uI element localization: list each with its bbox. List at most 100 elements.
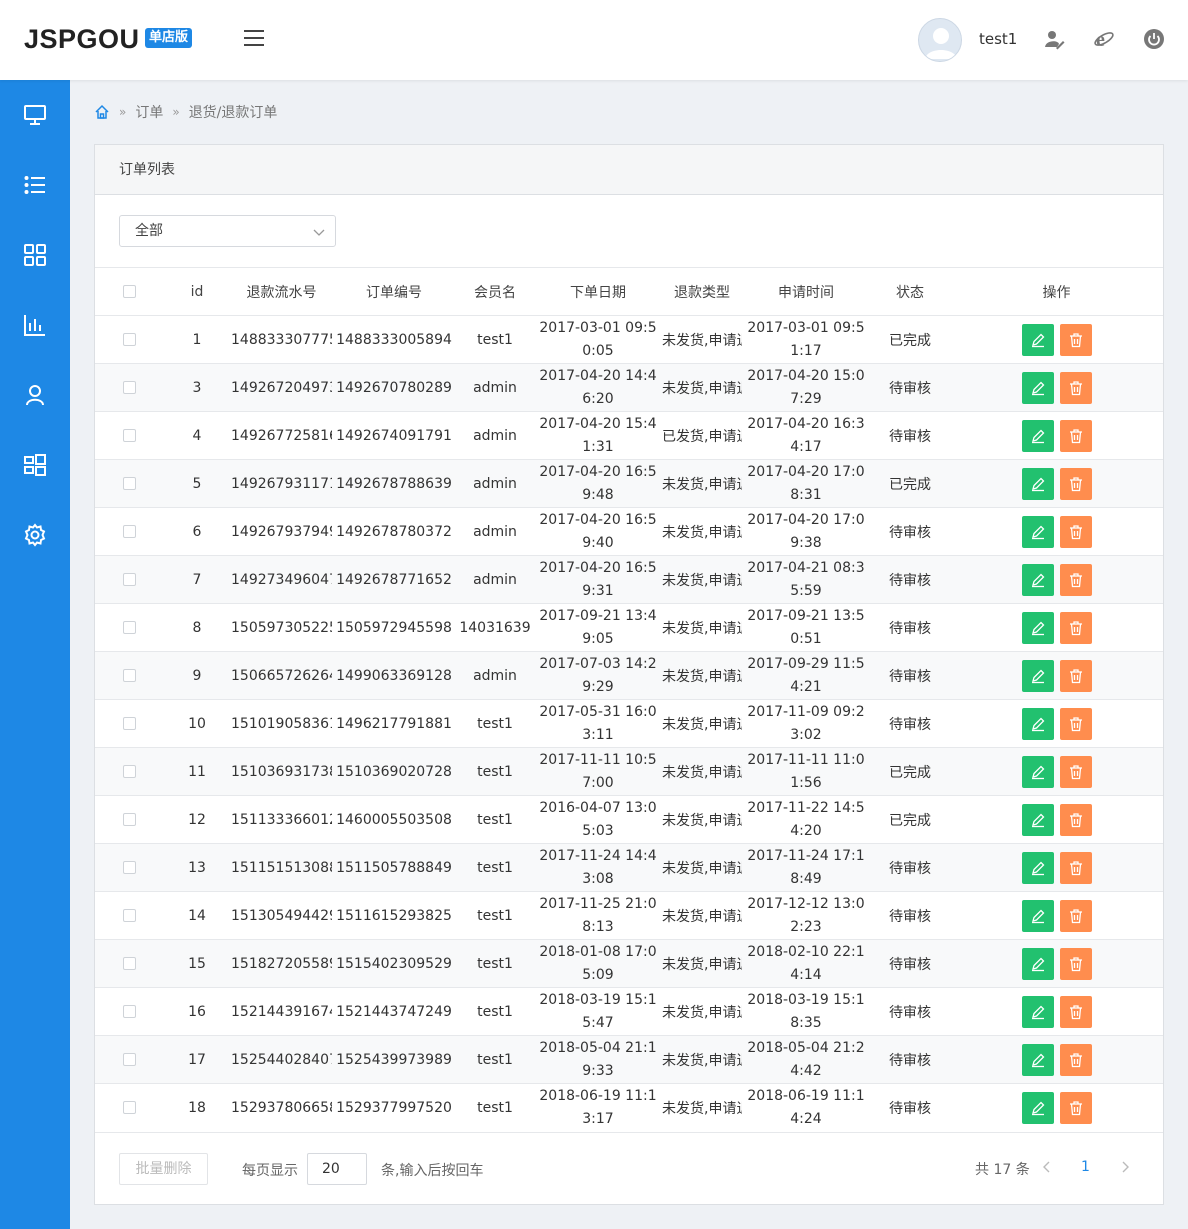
delete-button[interactable] xyxy=(1059,899,1092,932)
cell-apply-time: 2018-03-19 15:18:35 xyxy=(742,987,870,1036)
cell-id: 11 xyxy=(163,747,231,796)
browser-icon[interactable]: e xyxy=(1093,28,1115,51)
row-checkbox[interactable] xyxy=(122,669,136,682)
edit-button[interactable] xyxy=(1021,371,1054,404)
cell-id: 7 xyxy=(163,555,231,604)
edit-button[interactable] xyxy=(1021,755,1054,788)
delete-button[interactable] xyxy=(1059,803,1092,836)
username[interactable]: test1 xyxy=(979,30,1017,48)
cell-order-no: 1492678780372 xyxy=(332,507,456,556)
row-checkbox[interactable] xyxy=(122,573,136,586)
edit-button[interactable] xyxy=(1021,707,1054,740)
logo[interactable]: JSPGOU xyxy=(24,24,140,54)
pencil-icon xyxy=(1031,525,1044,539)
per-page-input[interactable] xyxy=(307,1153,367,1185)
edit-button[interactable] xyxy=(1021,995,1054,1028)
row-checkbox[interactable] xyxy=(122,1101,136,1115)
power-icon[interactable] xyxy=(1143,28,1165,50)
breadcrumb-refund-orders: 退货/退款订单 xyxy=(188,105,278,121)
sidebar-item-settings[interactable] xyxy=(0,510,70,560)
row-checkbox[interactable] xyxy=(122,1005,136,1018)
cell-status: 待审核 xyxy=(870,891,950,940)
row-checkbox[interactable] xyxy=(122,957,136,970)
sidebar-item-stats[interactable] xyxy=(0,300,70,350)
delete-button[interactable] xyxy=(1059,323,1092,356)
row-checkbox[interactable] xyxy=(122,909,136,922)
edit-button[interactable] xyxy=(1021,851,1054,884)
cell-member: test1 xyxy=(456,891,534,940)
cell-order-date: 2017-04-20 16:59:48 xyxy=(534,459,662,508)
delete-button[interactable] xyxy=(1059,1043,1092,1076)
delete-button[interactable] xyxy=(1059,707,1092,740)
row-checkbox[interactable] xyxy=(122,525,136,538)
table-row: 614926793794901492678780372admin2017-04-… xyxy=(95,507,1163,556)
cell-order-date: 2017-03-01 09:50:05 xyxy=(534,315,662,364)
delete-button[interactable] xyxy=(1059,467,1092,500)
edit-button[interactable] xyxy=(1021,899,1054,932)
prev-page-button[interactable] xyxy=(1039,1157,1055,1177)
row-checkbox[interactable] xyxy=(122,381,136,394)
user-edit-icon[interactable] xyxy=(1043,28,1065,50)
delete-button[interactable] xyxy=(1059,851,1092,884)
table-row: 1615214439167411521443747249test12018-03… xyxy=(95,987,1163,1036)
cell-member: admin xyxy=(456,555,534,604)
sidebar-item-modules[interactable] xyxy=(0,440,70,490)
cell-order-date: 2017-04-20 16:59:40 xyxy=(534,507,662,556)
delete-button[interactable] xyxy=(1059,371,1092,404)
cell-id: 14 xyxy=(163,891,231,940)
row-checkbox[interactable] xyxy=(122,621,136,634)
delete-button[interactable] xyxy=(1059,995,1092,1028)
sidebar-item-home[interactable] xyxy=(0,90,70,140)
row-checkbox[interactable] xyxy=(122,1053,136,1066)
row-checkbox[interactable] xyxy=(122,765,136,778)
cell-id: 18 xyxy=(163,1083,231,1132)
chevron-right-icon xyxy=(1122,1161,1129,1173)
cell-order-date: 2018-06-19 11:13:17 xyxy=(534,1083,662,1132)
cell-refund-no: 1525440284074 xyxy=(231,1035,332,1084)
delete-button[interactable] xyxy=(1059,755,1092,788)
edit-button[interactable] xyxy=(1021,419,1054,452)
select-all-checkbox[interactable] xyxy=(122,285,136,298)
edit-button[interactable] xyxy=(1021,467,1054,500)
sidebar-item-orders[interactable] xyxy=(0,160,70,210)
edit-button[interactable] xyxy=(1021,947,1054,980)
status-filter-select[interactable]: 全部 xyxy=(119,215,336,247)
delete-button[interactable] xyxy=(1059,611,1092,644)
edit-button[interactable] xyxy=(1021,1091,1054,1124)
user-icon xyxy=(26,385,44,406)
delete-button[interactable] xyxy=(1059,419,1092,452)
row-checkbox[interactable] xyxy=(122,717,136,730)
row-checkbox[interactable] xyxy=(122,477,136,490)
next-page-button[interactable] xyxy=(1117,1157,1133,1177)
edit-button[interactable] xyxy=(1021,1043,1054,1076)
row-checkbox[interactable] xyxy=(122,333,136,346)
row-checkbox[interactable] xyxy=(122,429,136,442)
edit-button[interactable] xyxy=(1021,515,1054,548)
delete-button[interactable] xyxy=(1059,659,1092,692)
edit-button[interactable] xyxy=(1021,659,1054,692)
delete-button[interactable] xyxy=(1059,563,1092,596)
delete-button[interactable] xyxy=(1059,515,1092,548)
edit-button[interactable] xyxy=(1021,611,1054,644)
pencil-icon xyxy=(1031,909,1044,923)
breadcrumb-orders[interactable]: 订单 xyxy=(135,102,163,122)
sidebar-item-goods[interactable] xyxy=(0,230,70,280)
edit-button[interactable] xyxy=(1021,803,1054,836)
sidebar-item-members[interactable] xyxy=(0,370,70,420)
delete-button[interactable] xyxy=(1059,1091,1092,1124)
delete-button[interactable] xyxy=(1059,947,1092,980)
row-checkbox[interactable] xyxy=(122,861,136,874)
row-checkbox[interactable] xyxy=(122,813,136,826)
home-icon[interactable] xyxy=(94,104,110,120)
trash-icon xyxy=(1069,1004,1082,1019)
menu-toggle-icon[interactable] xyxy=(244,30,264,48)
batch-delete-button[interactable]: 批量删除 xyxy=(119,1153,208,1185)
edit-button[interactable] xyxy=(1021,323,1054,356)
cell-apply-time: 2017-04-20 17:09:38 xyxy=(742,507,870,556)
page-number[interactable]: 1 xyxy=(1081,1159,1090,1175)
top-bar: JSPGOU 单店版 test1 e xyxy=(0,0,1188,80)
pencil-icon xyxy=(1031,621,1044,635)
edit-button[interactable] xyxy=(1021,563,1054,596)
table-row: 114883330777581488333005894test12017-03-… xyxy=(95,315,1163,364)
avatar[interactable] xyxy=(918,18,962,62)
